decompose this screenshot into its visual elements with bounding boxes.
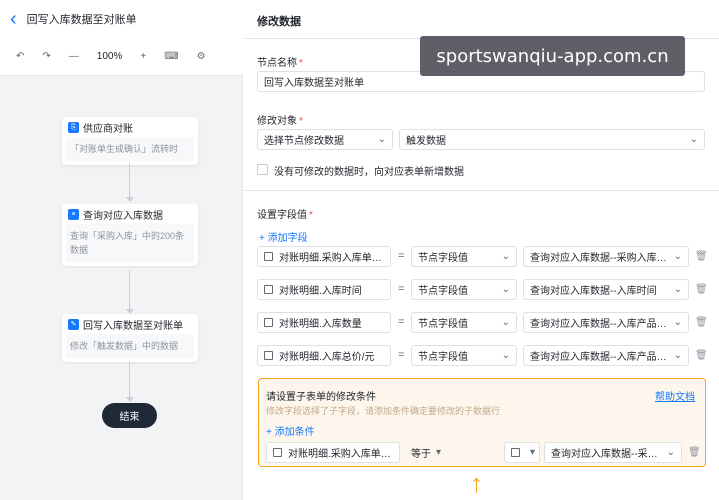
fields-label: 设置字段值 * [257,210,313,221]
delete-icon[interactable]: 🗑 [695,350,708,361]
trigger-icon: ⎘ [68,121,79,133]
value-type-select[interactable]: 节点字段值 ⌄ [411,312,517,333]
field-type-icon [264,252,273,261]
delete-icon[interactable]: 🗑 [695,317,708,328]
condition-value-select[interactable]: 查询对应入库数据--采购... ⌄ [544,442,682,463]
add-when-empty-checkbox[interactable] [257,164,268,175]
node-desc: 修改「触发数据」中的数据 [66,334,194,358]
flow-node-update[interactable]: ✎ 回写入库数据至对账单 修改「触发数据」中的数据 [62,314,198,362]
database-icon: ≡ [68,208,79,220]
condition-field-select[interactable]: 对账明细.采购入库单编码 [266,442,400,463]
equals-sign: = [398,349,405,361]
node-title: 查询对应入库数据 [83,210,163,222]
chevron-down-icon: ⌄ [501,350,510,361]
panel-title: 修改数据 [257,16,301,28]
field-select[interactable]: 对账明细.入库数量 [257,312,391,333]
help-doc-link[interactable]: 帮助文档 [655,388,695,403]
node-desc: 「对账单生成确认」流转时 [66,137,194,161]
equals-sign: = [398,283,405,295]
connector-line [129,270,130,309]
field-select[interactable]: 对账明细.入库时间 [257,279,391,300]
subform-condition-box: 请设置子表单的修改条件 帮助文档 修改字段选择了子字段，请添加条件确定要修改的子… [258,378,706,467]
value-type-select[interactable]: 节点字段值 ⌄ [411,246,517,267]
connector-arrow [126,197,134,202]
zoom-in-icon[interactable]: + [140,51,146,62]
value-select[interactable]: 查询对应入库数据--入库时间 ⌄ [523,279,689,300]
edit-icon: ✎ [68,318,79,330]
condition-hint: 修改字段选择了子字段，请添加条件确定要修改的子数据行 [266,406,501,416]
zoom-out-icon[interactable]: — [69,51,79,62]
flow-node-trigger[interactable]: ⎘ 供应商对账 「对账单生成确认」流转时 [62,117,198,165]
watermark: sportswanqiu-app.com.cn [420,36,685,76]
target-source-select[interactable]: 选择节点修改数据 ⌄ [257,129,393,150]
value-type-select[interactable]: 节点字段值 ⌄ [411,345,517,366]
back-icon[interactable]: ‹ [10,9,17,29]
checkbox-label: 没有可修改的数据时，向对应表单新增数据 [274,167,464,178]
chevron-down-icon: ⌄ [666,447,675,458]
delete-icon[interactable]: 🗑 [695,284,708,295]
node-desc: 查询「采购入库」中的200条数据 [66,224,194,262]
caret-down-icon: ▾ [530,447,536,458]
node-title: 供应商对账 [83,123,133,135]
connector-line [129,362,130,397]
field-type-icon [264,318,273,327]
flow-node-query[interactable]: ≡ 查询对应入库数据 查询「采购入库」中的200条数据 [62,204,198,266]
flow-end-node[interactable]: 结束 [102,403,157,428]
redo-icon[interactable]: ↷ [42,51,50,62]
chevron-down-icon: ⌄ [377,134,386,145]
chevron-down-icon: ⌄ [501,251,510,262]
undo-icon[interactable]: ↶ [16,51,24,62]
chevron-down-icon: ⌄ [673,350,682,361]
field-type-icon [273,448,282,457]
value-select[interactable]: 查询对应入库数据--入库产品采... ⌄ [523,345,689,366]
equals-sign: = [398,250,405,262]
flow-header: ‹ 回写入库数据至对账单 [0,0,243,38]
flow-title: 回写入库数据至对账单 [26,14,137,26]
node-name-label: 节点名称 * [257,58,303,69]
delete-icon[interactable]: 🗑 [688,447,701,458]
chevron-down-icon: ⌄ [673,251,682,262]
canvas-toolbar: ↶ ↷ — 100% + ⌨ ⚙ [0,38,243,76]
field-type-icon [264,285,273,294]
target-label: 修改对象 * [257,116,303,127]
connector-arrow [126,397,134,402]
value-type-select[interactable]: 节点字段值 ⌄ [411,279,517,300]
arrow-up-icon: ↑ [470,468,483,498]
chevron-down-icon: ⌄ [673,317,682,328]
chevron-down-icon: ⌄ [501,317,510,328]
equals-sign: = [398,316,405,328]
field-type-icon [264,351,273,360]
divider [244,190,719,191]
value-select[interactable]: 查询对应入库数据--入库产品总数 ⌄ [523,312,689,333]
chevron-down-icon: ⌄ [673,284,682,295]
field-select[interactable]: 对账明细.采购入库单编码 [257,246,391,267]
caret-down-icon: ▾ [435,447,441,458]
condition-title: 请设置子表单的修改条件 [266,392,376,403]
connector-line [129,163,130,197]
zoom-level: 100% [96,51,123,62]
chevron-down-icon: ⌄ [689,134,698,145]
condition-mode-select[interactable]: ▾ [504,442,540,463]
field-type-icon [511,448,520,457]
flow-canvas[interactable]: ‹ 回写入库数据至对账单 ↶ ↷ — 100% + ⌨ ⚙ ⎘ 供应商对账 「对账… [0,0,243,500]
condition-operator-select[interactable]: 等于 ▾ [404,442,448,463]
keyboard-icon[interactable]: ⌨ [164,51,178,62]
value-select[interactable]: 查询对应入库数据--采购入库单... ⌄ [523,246,689,267]
node-title: 回写入库数据至对账单 [83,320,183,332]
settings-icon[interactable]: ⚙ [197,51,206,62]
delete-icon[interactable]: 🗑 [695,251,708,262]
add-condition-button[interactable]: + 添加条件 [266,423,315,438]
chevron-down-icon: ⌄ [501,284,510,295]
field-select[interactable]: 对账明细.入库总价/元 [257,345,391,366]
target-data-select[interactable]: 触发数据 ⌄ [399,129,705,150]
add-field-button[interactable]: + 添加字段 [259,229,308,244]
